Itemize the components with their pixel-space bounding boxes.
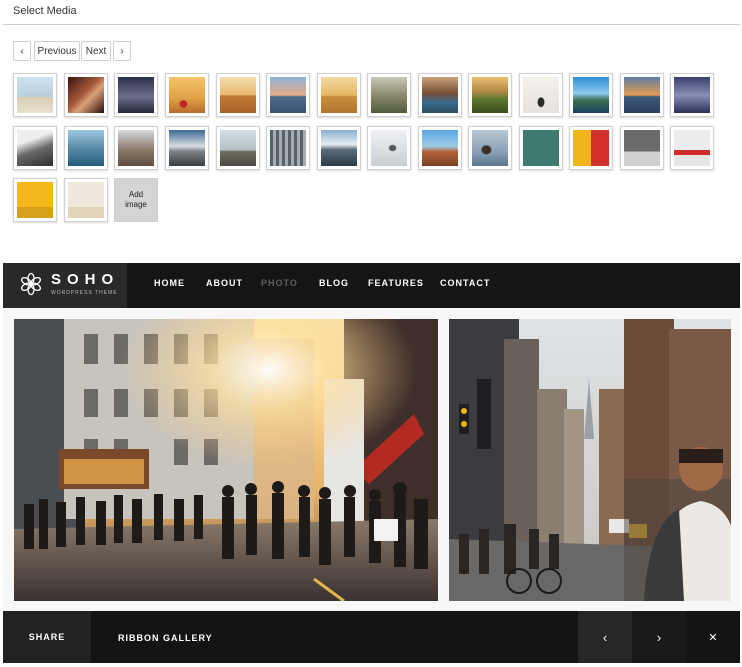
media-thumbnail[interactable] [670,126,714,170]
panel-title: Select Media [13,5,77,17]
media-thumbnail[interactable] [114,126,158,170]
media-thumbnail[interactable] [165,73,209,117]
media-thumbnail[interactable] [519,126,563,170]
media-thumbnail[interactable] [266,126,310,170]
chevron-left-icon: ‹ [602,629,608,645]
gallery-footer: SHARE RIBBON GALLERY ‹ › ✕ [3,611,740,663]
media-thumbnail[interactable] [317,73,361,117]
media-thumbnail[interactable] [64,178,108,222]
nav-blog[interactable]: BLOG [319,278,349,288]
media-thumbnail[interactable] [317,126,361,170]
media-thumbnail[interactable] [216,126,260,170]
media-thumbnail[interactable] [620,73,664,117]
prev-slide-button[interactable]: ‹ [578,611,632,663]
select-media-panel: Select Media ‹ Previous Next › Add image [0,0,742,262]
nav-contact[interactable]: CONTACT [440,278,490,288]
nav-photo[interactable]: PHOTO [261,278,298,288]
pager-next-group: Next › [81,41,131,61]
media-thumbnail[interactable] [418,73,462,117]
divider [3,24,740,25]
brand-name: SOHO [51,271,120,288]
media-thumbnail[interactable] [670,73,714,117]
top-navbar: SOHO WORDPRESS THEME HOME ABOUT PHOTO BL… [3,263,740,308]
logo[interactable]: SOHO WORDPRESS THEME [3,263,127,308]
media-thumbnail[interactable] [114,73,158,117]
add-image-button[interactable]: Add image [114,178,158,222]
next-button[interactable]: Next [81,41,111,61]
media-thumbnail[interactable] [266,73,310,117]
city-street-image [449,319,731,601]
media-thumbnail[interactable] [569,126,613,170]
share-button[interactable]: SHARE [3,611,91,663]
media-thumbnail[interactable] [569,73,613,117]
media-thumbnail[interactable] [418,126,462,170]
chevron-left-icon[interactable]: ‹ [13,41,31,61]
close-icon: ✕ [708,631,718,644]
gallery-title: RIBBON GALLERY [118,633,213,643]
nav-home[interactable]: HOME [154,278,185,288]
chevron-right-icon[interactable]: › [113,41,131,61]
brand-tagline: WORDPRESS THEME [51,290,118,296]
next-slide-button[interactable]: › [632,611,686,663]
media-thumbnail[interactable] [216,73,260,117]
media-thumbnail[interactable] [13,178,57,222]
chevron-right-icon: › [656,629,662,645]
previous-button[interactable]: Previous [34,41,80,61]
nav-about[interactable]: ABOUT [206,278,243,288]
pager-prev-group: ‹ Previous [13,41,80,61]
street-crowd-image [14,319,438,601]
media-thumbnail[interactable] [468,126,512,170]
flower-logo-icon [21,272,41,296]
media-thumbnail[interactable] [367,126,411,170]
media-thumbnail[interactable] [519,73,563,117]
close-gallery-button[interactable]: ✕ [686,611,740,663]
media-thumbnail[interactable] [468,73,512,117]
media-thumbnail[interactable] [13,73,57,117]
theme-preview: SOHO WORDPRESS THEME HOME ABOUT PHOTO BL… [3,263,740,663]
media-thumbnail[interactable] [620,126,664,170]
media-thumbnail[interactable] [165,126,209,170]
media-thumbnail[interactable] [64,73,108,117]
media-thumbnail[interactable] [13,126,57,170]
media-thumbnail[interactable] [367,73,411,117]
gallery-photo-street-crowd[interactable] [14,319,438,601]
gallery-photo-city-street[interactable] [449,319,731,601]
nav-features[interactable]: FEATURES [368,278,424,288]
media-thumbnail[interactable] [64,126,108,170]
